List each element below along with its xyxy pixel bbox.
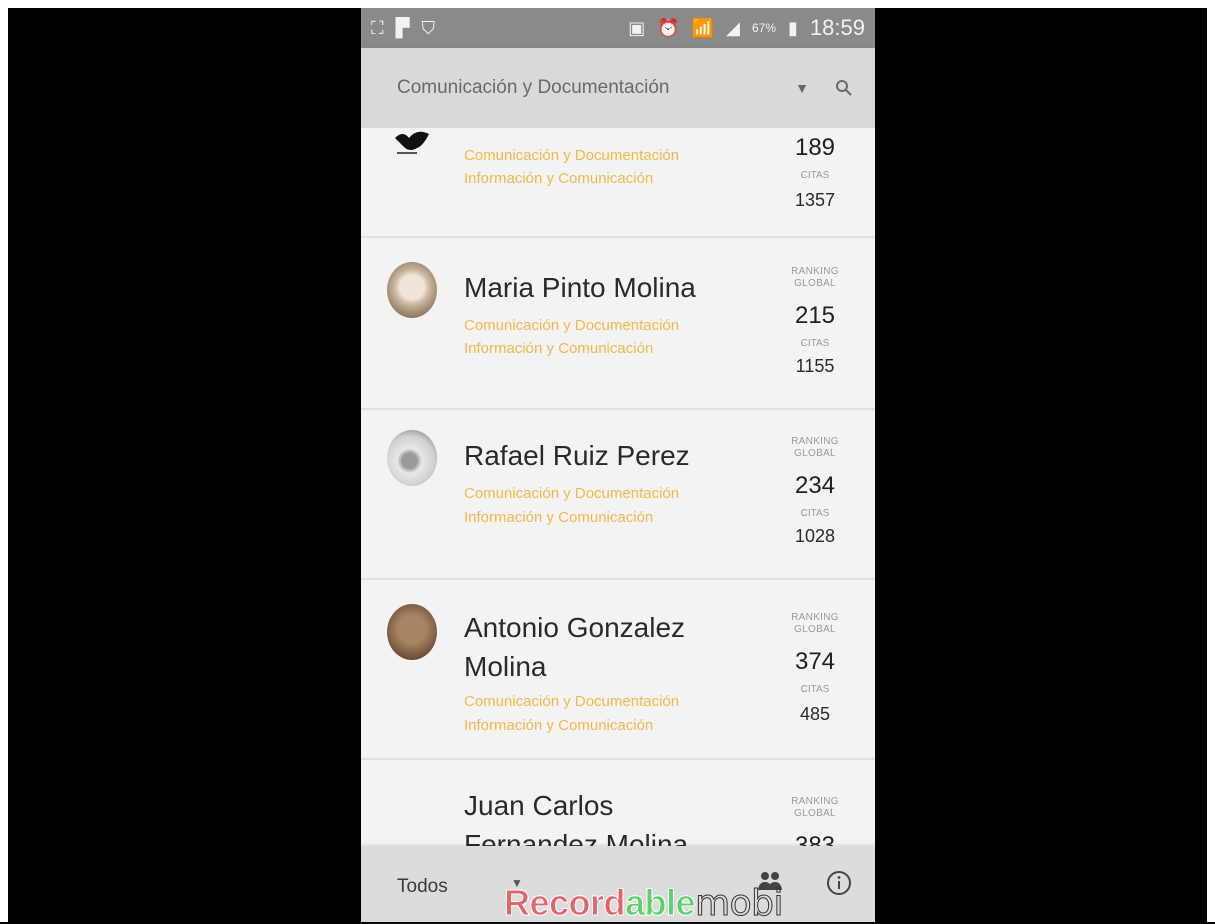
ranking-label: RANKING GLOBAL [791, 796, 839, 819]
ranking-value: 374 [794, 648, 836, 675]
list-item[interactable]: Rafael Ruiz Perez Comunicación y Documen… [361, 410, 875, 580]
department: Comunicación y Documentación [464, 147, 680, 164]
watermark-part1: Record [503, 882, 626, 923]
phone-screen: ⛶ ▛ ⛉ ▣ ⏰ 📶 ◢ 67% ▮ 18:59 Comunicación y… [361, 8, 875, 922]
app-bar: Comunicación y Documentación ▼ [361, 48, 875, 128]
cites-label: CITAS [800, 684, 830, 695]
cites-label: CITAS [800, 338, 830, 349]
info-icon[interactable] [826, 870, 852, 901]
signal-icon: ◢ [726, 18, 740, 38]
researcher-name: Rafael Ruiz Perez [464, 440, 690, 471]
area: Información y Comunicación [464, 170, 654, 187]
wifi-icon: 📶 [691, 18, 715, 38]
cites-label: CITAS [800, 508, 830, 519]
clock: 18:59 [809, 15, 865, 40]
list-item[interactable]: Antonio Gonzalez Molina Comunicación y D… [361, 580, 875, 760]
ranking-value: 215 [794, 302, 836, 329]
status-bar: ⛶ ▛ ⛉ ▣ ⏰ 📶 ◢ 67% ▮ 18:59 [361, 8, 875, 48]
watermark-part3: mobi [695, 883, 784, 924]
area: Información y Comunicación [464, 717, 654, 734]
department: Comunicación y Documentación [464, 317, 680, 334]
researcher-name: Antonio Gonzalez Molina [464, 612, 686, 682]
researcher-name: Maria Pinto Molina [464, 272, 696, 303]
area: Información y Comunicación [464, 340, 654, 357]
cites-label: CITAS [800, 170, 830, 181]
avatar [387, 262, 437, 318]
department: Comunicación y Documentación [464, 485, 680, 502]
screenshot-icon: ⛶ [371, 18, 384, 38]
watermark: Recordablemobi [503, 882, 784, 924]
battery-percent: 67% [752, 21, 777, 35]
shield-icon: ⛉ [421, 18, 435, 38]
ranking-label: RANKING GLOBAL [791, 436, 839, 459]
chevron-down-icon[interactable]: ▼ [795, 80, 809, 96]
ranking-value: 234 [794, 472, 836, 499]
ranking-label: RANKING GLOBAL [791, 612, 839, 635]
watermark-part2: able [625, 882, 697, 923]
flipboard-icon: ▛ [395, 18, 410, 38]
cites-value: 1357 [794, 190, 836, 210]
filter-selector[interactable]: Todos [397, 876, 448, 898]
search-icon[interactable] [835, 79, 853, 97]
avatar [389, 128, 439, 166]
avatar [387, 604, 437, 660]
list-item[interactable]: Juan Carlos Fernandez Molina RANKING GLO… [361, 760, 875, 846]
list-item[interactable]: Comunicación y Documentación Información… [361, 128, 875, 238]
list-item[interactable]: Maria Pinto Molina Comunicación y Docume… [361, 238, 875, 410]
ranking-value: 189 [794, 134, 836, 161]
researcher-name: Juan Carlos Fernandez Molina [464, 790, 689, 846]
area: Información y Comunicación [464, 509, 654, 526]
avatar [387, 430, 437, 486]
battery-icon: ▮ [788, 18, 798, 38]
researcher-list[interactable]: Comunicación y Documentación Información… [361, 128, 875, 846]
nfc-icon: ▣ [628, 18, 646, 38]
cites-value: 1028 [794, 526, 836, 546]
category-selector[interactable]: Comunicación y Documentación [397, 77, 795, 99]
department: Comunicación y Documentación [464, 693, 680, 710]
ranking-value: 383 [794, 832, 836, 846]
ranking-label: RANKING GLOBAL [791, 266, 839, 289]
alarm-icon: ⏰ [657, 18, 680, 38]
cites-value: 1155 [795, 356, 835, 376]
cites-value: 485 [799, 704, 831, 724]
